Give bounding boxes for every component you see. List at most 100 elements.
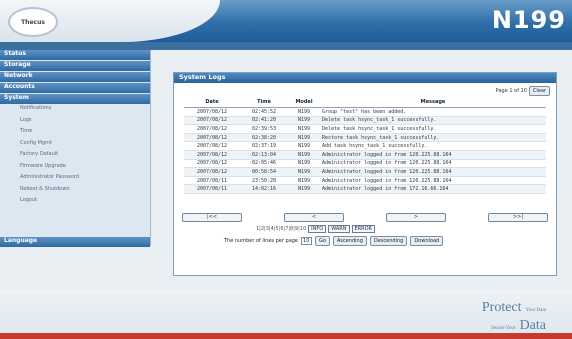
top-bar: [0, 42, 572, 50]
panel-title: System Logs: [174, 73, 556, 83]
table-row: 2007/08/11 14:02:16 N199 Administrator logg…: [184, 184, 546, 194]
protect-your-data-tagline: Protect Your Data Secure Your Data: [482, 298, 546, 334]
table-row: 2007/08/12 02:38:20 N199 Restore task hsync…: [184, 133, 546, 143]
log-message: Administrator logged in from 120.225.88.…: [320, 150, 546, 160]
filter-info-button[interactable]: INFO: [308, 225, 327, 233]
table-row: 2007/08/12 02:13:04 N199 Administrator logg…: [184, 150, 546, 160]
log-model: N199: [288, 116, 320, 126]
header-message: Message: [320, 97, 546, 108]
last-page-button[interactable]: >>|: [488, 213, 548, 222]
table-row: 2007/08/11 23:50:28 N199 Administrator logg…: [184, 176, 546, 186]
log-date: 2007/08/12: [184, 167, 240, 177]
log-date: 2007/08/11: [184, 176, 240, 186]
header-model: Model: [288, 97, 320, 108]
log-date: 2007/08/12: [184, 159, 240, 169]
log-time: 02:41:20: [240, 116, 288, 126]
lines-per-page-label: The number of lines per page: [224, 238, 299, 244]
header-time: Time: [240, 97, 288, 108]
table-row: 2007/08/12 02:37:19 N199 Add task hsync_tas…: [184, 141, 546, 151]
sidebar-item-admin-password[interactable]: Administrator Password: [0, 174, 150, 186]
table-header-row: Date Time Model Message: [184, 97, 546, 108]
table-row: 2007/08/12 02:39:53 N199 Delete task hsync_…: [184, 124, 546, 134]
main-content: System Logs Page 1 of 10 Clear Date Time…: [150, 50, 572, 290]
log-time: 02:05:46: [240, 159, 288, 169]
log-date: 2007/08/12: [184, 124, 240, 134]
prev-page-button[interactable]: <: [284, 213, 344, 222]
log-time: 02:37:19: [240, 141, 288, 151]
lines-per-page-row: The number of lines per page 10 Go Ascen…: [224, 236, 444, 246]
log-date: 2007/08/12: [184, 107, 240, 117]
log-time: 00:58:54: [240, 167, 288, 177]
log-model: N199: [288, 184, 320, 194]
header-banner: Thecus N199: [0, 0, 572, 42]
log-model: N199: [288, 150, 320, 160]
log-model: N199: [288, 141, 320, 151]
filter-row: 1|2|3|4|5|6|7|8|9|10 INFO WARN ERROR: [256, 225, 376, 233]
sidebar: Status Storage Network Accounts System N…: [0, 50, 151, 247]
thecus-logo: Thecus: [8, 7, 58, 37]
log-model: N199: [288, 133, 320, 143]
table-row: 2007/08/12 02:05:46 N199 Administrator logg…: [184, 159, 546, 169]
log-time: 02:39:53: [240, 124, 288, 134]
sidebar-item-logs[interactable]: Logs: [0, 117, 150, 129]
log-time: 02:38:20: [240, 133, 288, 143]
log-message: Delete task hsync_task_1 successfully.: [320, 124, 546, 134]
log-date: 2007/08/12: [184, 133, 240, 143]
clear-button[interactable]: Clear: [528, 86, 550, 96]
sidebar-category-status[interactable]: Status: [0, 50, 150, 60]
go-button[interactable]: Go: [315, 236, 330, 246]
table-row: 2007/08/12 02:41:20 N199 Delete task hsync_…: [184, 116, 546, 126]
log-date: 2007/08/11: [184, 184, 240, 194]
tagline-small-2: Secure Your: [491, 326, 516, 331]
sidebar-item-time[interactable]: Time: [0, 128, 150, 140]
tagline-word-protect: Protect: [481, 300, 522, 315]
footer-accent-line: [0, 333, 572, 339]
page-number-links[interactable]: 1|2|3|4|5|6|7|8|9|10: [256, 226, 306, 232]
first-page-button[interactable]: |<<: [182, 213, 242, 222]
sidebar-category-system[interactable]: System: [0, 94, 150, 104]
sidebar-item-firmware-upgrade[interactable]: Firmware Upgrade: [0, 163, 150, 175]
next-page-button[interactable]: >: [386, 213, 446, 222]
lines-per-page-input[interactable]: 10: [301, 237, 313, 245]
sidebar-item-notifications[interactable]: Notifications: [0, 105, 150, 117]
sidebar-item-config-mgmt[interactable]: Config Mgmt: [0, 140, 150, 152]
log-model: N199: [288, 124, 320, 134]
sidebar-item-logout[interactable]: Logout: [0, 197, 150, 209]
table-row: 2007/08/12 00:58:54 N199 Administrator logg…: [184, 167, 546, 177]
model-name: N199: [491, 6, 566, 34]
filter-error-button[interactable]: ERROR: [351, 225, 376, 233]
filter-warn-button[interactable]: WARN: [328, 225, 350, 233]
navigation-buttons: |<< < > >>|: [182, 213, 548, 223]
sidebar-category-accounts[interactable]: Accounts: [0, 83, 150, 93]
log-message: Administrator logged in from 172.16.66.1…: [320, 184, 546, 194]
tagline-word-data: Data: [519, 318, 546, 333]
log-model: N199: [288, 107, 320, 117]
tagline-small-1: Your Data: [525, 308, 546, 313]
log-message: Add task hsync_task_1 successfully.: [320, 141, 546, 151]
sidebar-category-network[interactable]: Network: [0, 72, 150, 82]
log-time: 02:13:04: [240, 150, 288, 160]
logs-table: Date Time Model Message 2007/08/12 02:45:…: [184, 97, 546, 194]
log-message: Restore task hsync_task_1 successfully.: [320, 133, 546, 143]
ascending-button[interactable]: Ascending: [332, 236, 367, 246]
sidebar-category-storage[interactable]: Storage: [0, 61, 150, 71]
log-time: 02:45:52: [240, 107, 288, 117]
log-time: 23:50:28: [240, 176, 288, 186]
log-date: 2007/08/12: [184, 116, 240, 126]
table-row: 2007/08/12 02:45:52 N199 Group "test" has b…: [184, 107, 546, 117]
log-message: Delete task hsync_task_1 successfully.: [320, 116, 546, 126]
sidebar-category-language[interactable]: Language: [0, 237, 150, 247]
pager: Page 1 of 10 Clear: [496, 86, 550, 96]
system-logs-panel: System Logs Page 1 of 10 Clear Date Time…: [173, 72, 557, 276]
log-model: N199: [288, 159, 320, 169]
sidebar-item-reboot-shutdown[interactable]: Reboot & Shutdown: [0, 186, 150, 198]
download-button[interactable]: Download: [410, 236, 444, 246]
log-time: 14:02:16: [240, 184, 288, 194]
log-message: Group "test" has been added.: [320, 107, 546, 117]
sidebar-item-factory-default[interactable]: Factory Default: [0, 151, 150, 163]
page-indicator: Page 1 of 10: [495, 88, 527, 94]
log-message: Administrator logged in from 120.225.88.…: [320, 176, 546, 186]
descending-button[interactable]: Descending: [369, 236, 408, 246]
log-date: 2007/08/12: [184, 150, 240, 160]
log-date: 2007/08/12: [184, 141, 240, 151]
